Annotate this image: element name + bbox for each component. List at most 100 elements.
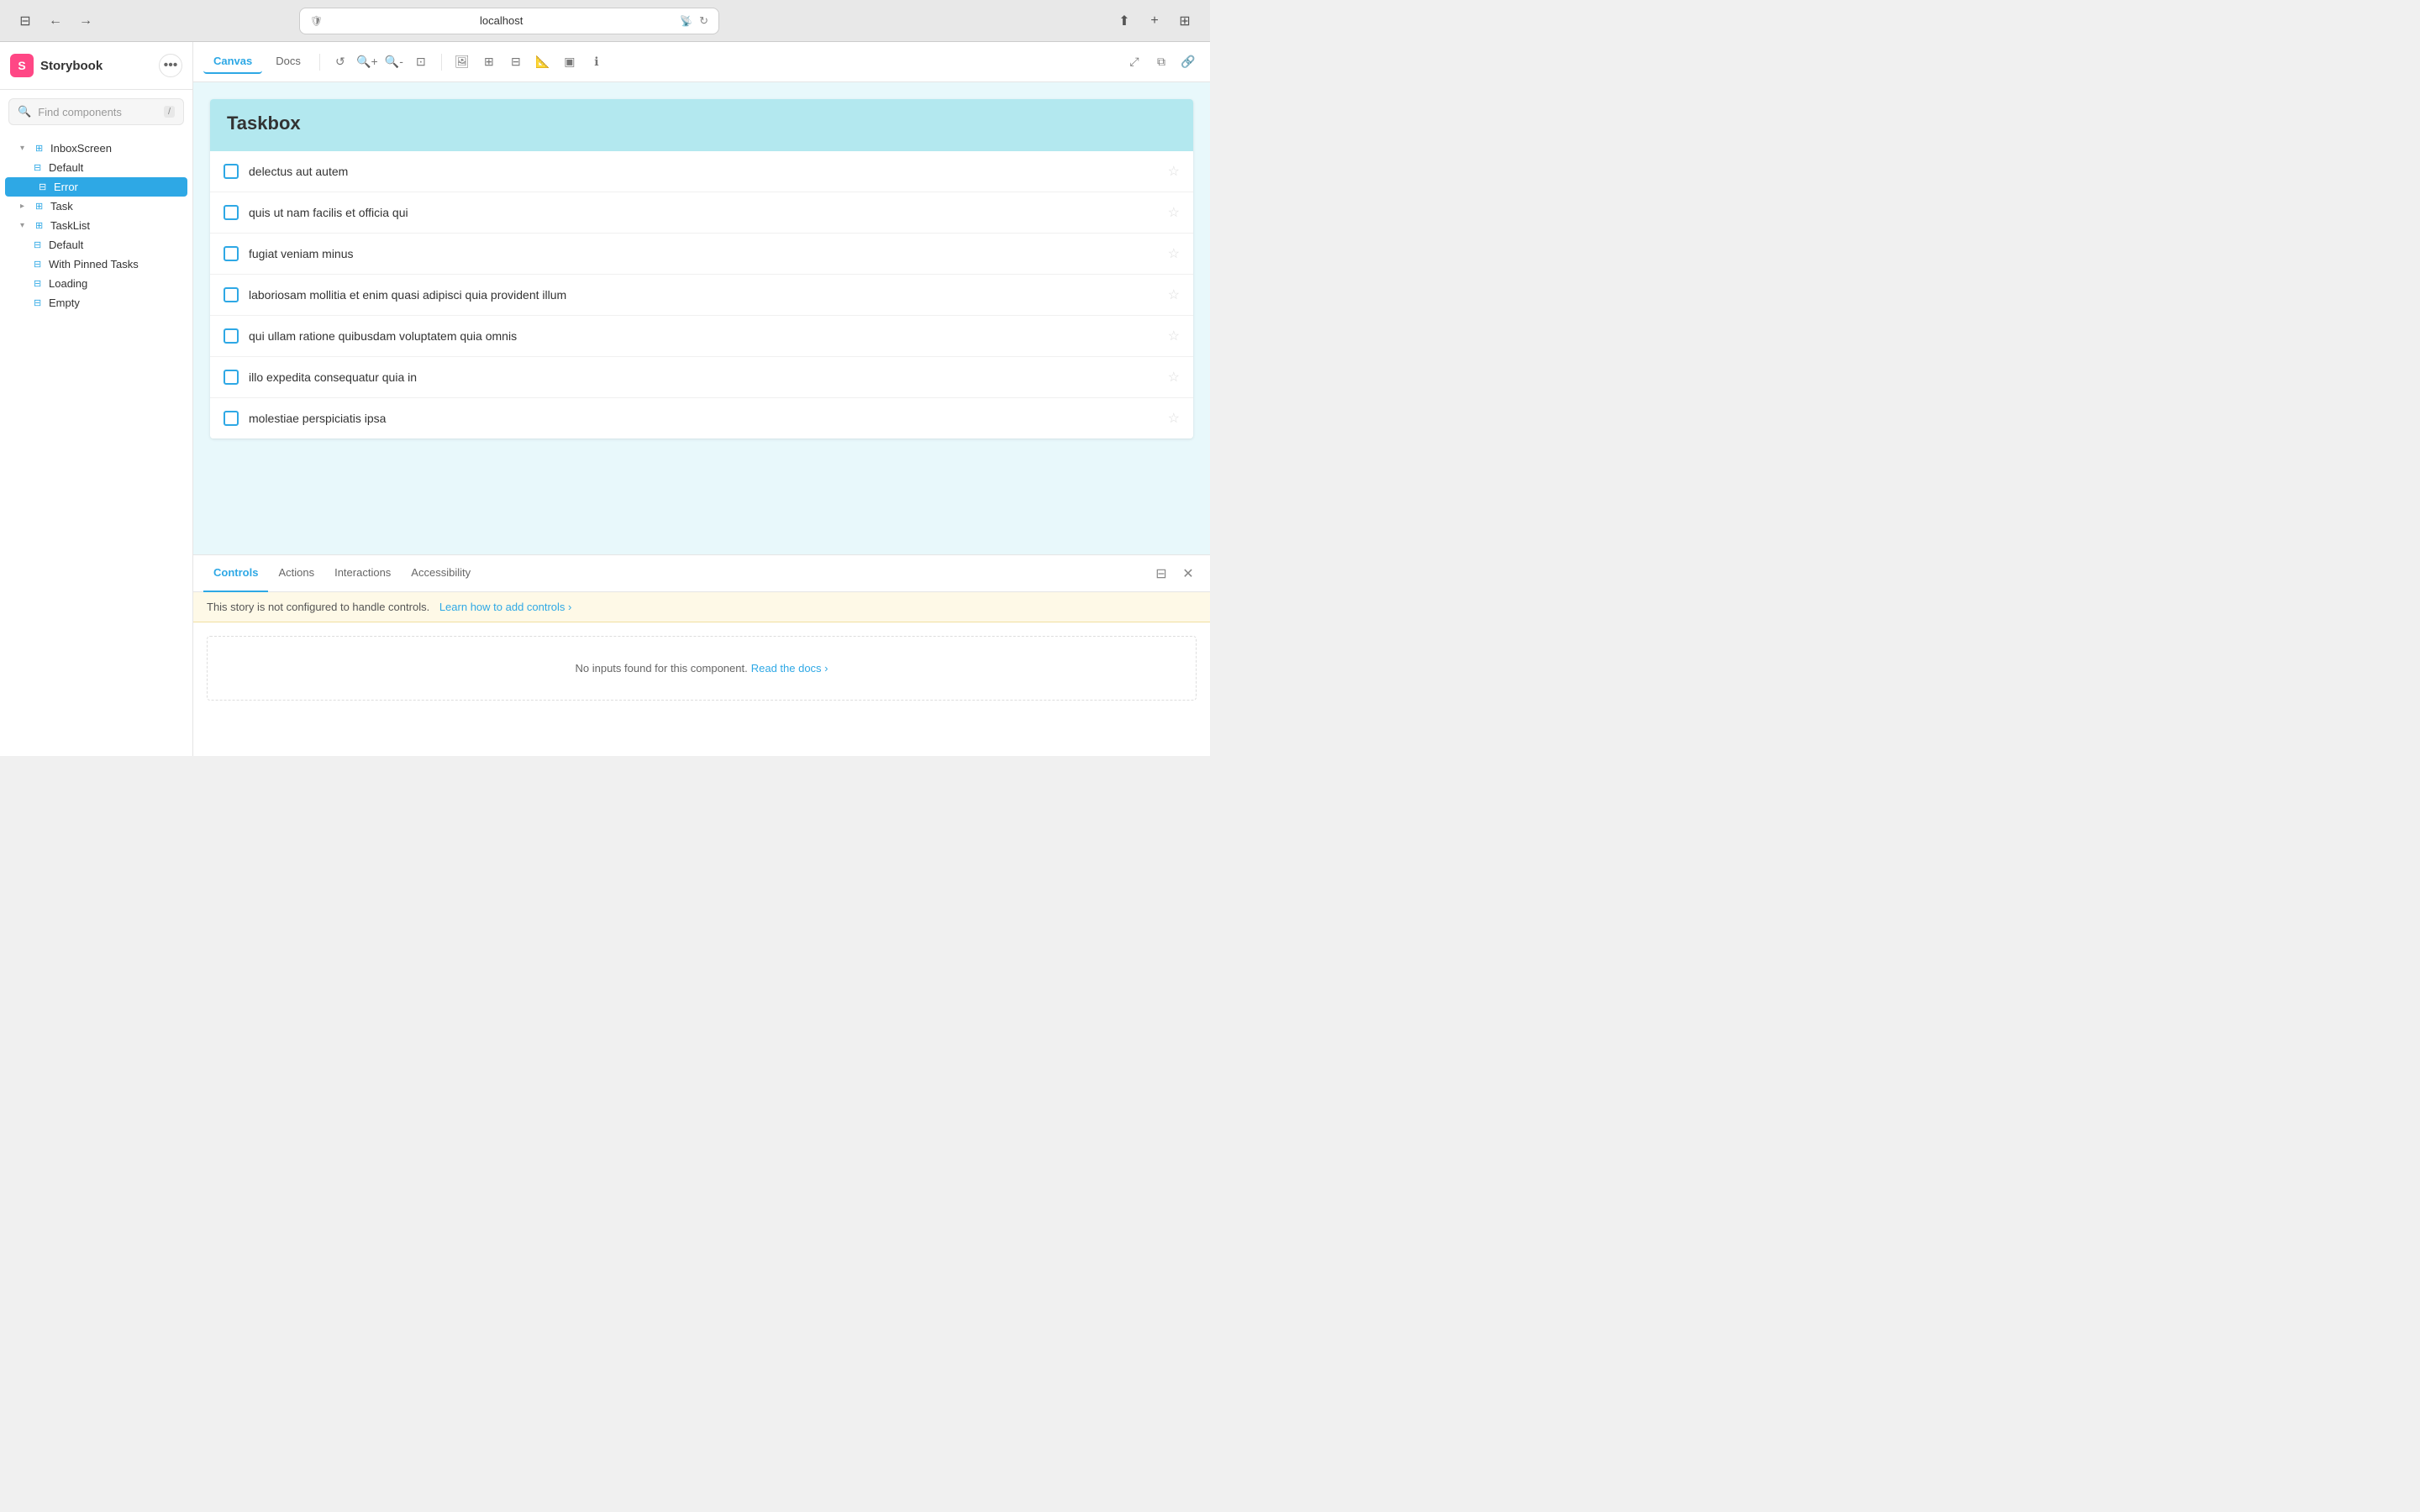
link-icon[interactable]: 🔗: [1176, 50, 1200, 74]
logo-text: Storybook: [40, 59, 103, 73]
viewport-icon[interactable]: ▣: [558, 50, 581, 74]
image-icon[interactable]: 🖼: [450, 50, 474, 74]
task-text-7: molestiae perspiciatis ipsa: [249, 412, 1158, 425]
measure-icon[interactable]: 📐: [531, 50, 555, 74]
tree-item-label: Task: [50, 200, 73, 213]
chevron-down-icon: ▾: [20, 221, 32, 230]
task-item: quis ut nam facilis et officia qui ☆: [210, 192, 1193, 234]
url-bar[interactable]: 🛡 localhost 📡 ↻: [299, 8, 719, 34]
task-checkbox-7[interactable]: [224, 411, 239, 426]
canvas-area: Taskbox delectus aut autem ☆ quis ut nam…: [193, 82, 1210, 756]
panel-layout-icon[interactable]: ⊟: [1150, 562, 1173, 585]
layout-icon[interactable]: ⊟: [504, 50, 528, 74]
panel-tab-interactions[interactable]: Interactions: [324, 555, 401, 592]
forward-button[interactable]: →: [74, 9, 97, 33]
main-content: Canvas Docs ↺ 🔍+ 🔍- ⊡ 🖼 ⊞ ⊟ 📐 ▣ ℹ ⤢ ⧉ 🔗: [193, 42, 1210, 756]
taskbox-header: Taskbox: [210, 99, 1193, 151]
panel-tab-controls[interactable]: Controls: [203, 555, 268, 592]
story-icon: ⊟: [34, 162, 45, 173]
sidebar-item-tasklist-default[interactable]: ⊟ Default: [0, 235, 192, 255]
chevron-down-icon: ▾: [20, 144, 32, 153]
task-text-1: delectus aut autem: [249, 165, 1158, 178]
external-link-icon[interactable]: ⧉: [1150, 50, 1173, 74]
warning-link[interactable]: Learn how to add controls ›: [439, 601, 572, 613]
new-tab-button[interactable]: +: [1143, 9, 1166, 33]
browser-chrome: ⊟ ← → 🛡 localhost 📡 ↻ ⬆ + ⊞: [0, 0, 1210, 42]
tree-item-label: Error: [54, 181, 78, 193]
toolbar-separator: [319, 54, 320, 71]
task-checkbox-3[interactable]: [224, 246, 239, 261]
task-star-3[interactable]: ☆: [1168, 245, 1180, 262]
task-checkbox-2[interactable]: [224, 205, 239, 220]
sidebar-item-task[interactable]: ▸ ⊞ Task: [0, 197, 192, 216]
tree-item-label: TaskList: [50, 219, 90, 232]
info-icon[interactable]: ℹ: [585, 50, 608, 74]
sidebar-item-tasklist-loading[interactable]: ⊟ Loading: [0, 274, 192, 293]
shield-icon: 🛡: [310, 15, 323, 27]
reset-icon[interactable]: ↺: [329, 50, 352, 74]
taskbox-container: Taskbox delectus aut autem ☆ quis ut nam…: [210, 99, 1193, 438]
browser-actions: ⬆ + ⊞: [1113, 9, 1197, 33]
toolbar-separator-2: [441, 54, 442, 71]
panel-tab-accessibility[interactable]: Accessibility: [401, 555, 481, 592]
sidebar-toggle-button[interactable]: ⊟: [13, 9, 37, 33]
panel-right: ⊟ ✕: [1150, 562, 1200, 585]
story-icon: ⊟: [34, 297, 45, 308]
airdrop-icon: 📡: [680, 15, 692, 27]
task-star-7[interactable]: ☆: [1168, 410, 1180, 427]
reload-icon[interactable]: ↻: [699, 14, 708, 28]
chevron-right-icon: ▸: [20, 202, 32, 211]
sidebar-menu-button[interactable]: •••: [159, 54, 182, 77]
component-icon: ⊞: [35, 220, 47, 231]
sidebar-item-tasklist-empty[interactable]: ⊟ Empty: [0, 293, 192, 312]
search-box[interactable]: 🔍 Find components /: [8, 98, 184, 125]
storybook-logo-icon: S: [10, 54, 34, 77]
zoom-out-icon[interactable]: 🔍-: [382, 50, 406, 74]
expand-icon[interactable]: ⤢: [1123, 50, 1146, 74]
zoom-in-icon[interactable]: 🔍+: [355, 50, 379, 74]
task-checkbox-1[interactable]: [224, 164, 239, 179]
task-star-6[interactable]: ☆: [1168, 369, 1180, 386]
task-star-5[interactable]: ☆: [1168, 328, 1180, 344]
sidebar: S Storybook ••• 🔍 Find components / ▾ ⊞ …: [0, 42, 193, 756]
share-button[interactable]: ⬆: [1113, 9, 1136, 33]
task-checkbox-5[interactable]: [224, 328, 239, 344]
app: S Storybook ••• 🔍 Find components / ▾ ⊞ …: [0, 42, 1210, 756]
task-checkbox-4[interactable]: [224, 287, 239, 302]
task-text-4: laboriosam mollitia et enim quasi adipis…: [249, 288, 1158, 302]
logo: S Storybook: [10, 54, 103, 77]
task-list: delectus aut autem ☆ quis ut nam facilis…: [210, 151, 1193, 438]
read-docs-link[interactable]: Read the docs ›: [751, 662, 829, 675]
taskbox-title: Taskbox: [227, 113, 1176, 134]
tab-docs[interactable]: Docs: [266, 50, 311, 74]
browser-controls: ⊟ ← →: [13, 9, 97, 33]
warning-text: This story is not configured to handle c…: [207, 601, 429, 613]
sidebar-item-tasklist[interactable]: ▾ ⊞ TaskList: [0, 216, 192, 235]
task-item: delectus aut autem ☆: [210, 151, 1193, 192]
tree-item-label: Default: [49, 239, 83, 251]
panel-close-icon[interactable]: ✕: [1176, 562, 1200, 585]
search-placeholder: Find components: [38, 106, 157, 118]
fit-icon[interactable]: ⊡: [409, 50, 433, 74]
task-text-5: qui ullam ratione quibusdam voluptatem q…: [249, 329, 1158, 343]
sidebar-item-inboxscreen[interactable]: ▾ ⊞ InboxScreen: [0, 139, 192, 158]
warning-spacer: [433, 601, 436, 613]
task-star-2[interactable]: ☆: [1168, 204, 1180, 221]
sidebar-item-inboxscreen-default[interactable]: ⊟ Default: [0, 158, 192, 177]
tab-canvas[interactable]: Canvas: [203, 50, 262, 74]
tree-item-label: InboxScreen: [50, 142, 112, 155]
back-button[interactable]: ←: [44, 9, 67, 33]
task-checkbox-6[interactable]: [224, 370, 239, 385]
sidebar-item-inboxscreen-error[interactable]: ⊟ Error: [5, 177, 187, 197]
task-star-1[interactable]: ☆: [1168, 163, 1180, 180]
task-text-3: fugiat veniam minus: [249, 247, 1158, 260]
grid-icon[interactable]: ⊞: [477, 50, 501, 74]
tree-item-label: Loading: [49, 277, 87, 290]
task-star-4[interactable]: ☆: [1168, 286, 1180, 303]
tabs-button[interactable]: ⊞: [1173, 9, 1197, 33]
sidebar-item-tasklist-with-pinned[interactable]: ⊟ With Pinned Tasks: [0, 255, 192, 274]
panel-tab-actions[interactable]: Actions: [268, 555, 324, 592]
panel-content: This story is not configured to handle c…: [193, 592, 1210, 756]
story-icon: ⊟: [39, 181, 50, 192]
sidebar-header: S Storybook •••: [0, 42, 192, 90]
